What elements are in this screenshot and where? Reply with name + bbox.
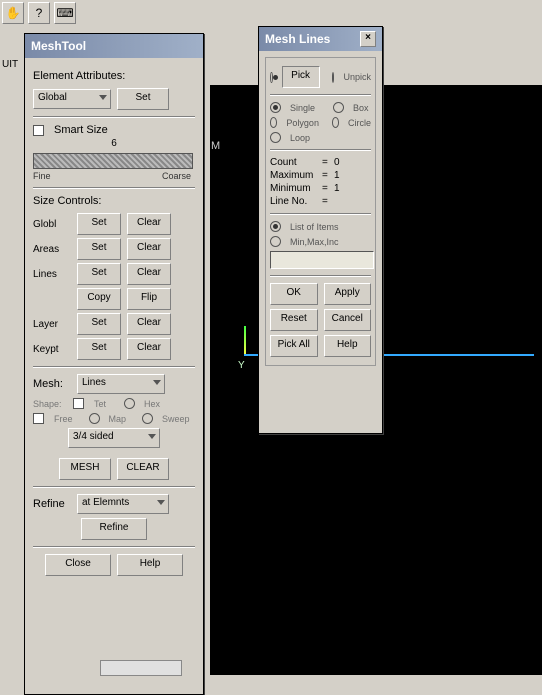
minmax-label: Min,Max,Inc: [290, 237, 339, 247]
count-key: Count: [270, 157, 316, 168]
box-radio[interactable]: [333, 102, 344, 113]
map-radio[interactable]: [89, 413, 100, 424]
reset-button[interactable]: Reset: [270, 309, 318, 331]
y-label: Y: [238, 360, 245, 371]
globl-set-button[interactable]: Set: [77, 213, 121, 235]
box-label: Box: [353, 103, 369, 113]
circle-label: Circle: [348, 118, 371, 128]
meshlines-titlebar[interactable]: Mesh Lines ×: [259, 27, 382, 51]
unpick-label: Unpick: [343, 72, 371, 82]
close-icon[interactable]: ×: [360, 31, 376, 47]
count-val: 0: [334, 157, 340, 168]
meshtool-titlebar[interactable]: MeshTool: [25, 34, 203, 58]
circle-radio[interactable]: [332, 117, 339, 128]
pick-button[interactable]: Pick: [282, 66, 320, 88]
keypt-set-button[interactable]: Set: [77, 338, 121, 360]
calc-icon[interactable]: ⌨: [54, 2, 76, 24]
selection-input[interactable]: [270, 251, 374, 269]
smartsize-checkbox[interactable]: [33, 125, 44, 136]
polygon-radio[interactable]: [270, 117, 277, 128]
meshtool-window: MeshTool Element Attributes: Global Set …: [24, 33, 204, 695]
meshlines-window: Mesh Lines × Pick Unpick Single Box Poly…: [258, 26, 383, 434]
refine-dropdown[interactable]: at Elemnts: [77, 494, 169, 514]
lines-flip-button[interactable]: Flip: [127, 288, 171, 310]
single-label: Single: [290, 103, 315, 113]
help-button[interactable]: Help: [117, 554, 183, 576]
listitems-label: List of Items: [290, 222, 339, 232]
slider-fine-label: Fine: [33, 171, 51, 181]
hand-icon[interactable]: ✋: [2, 2, 24, 24]
help-button[interactable]: Help: [324, 335, 372, 357]
smartsize-label: Smart Size: [54, 124, 108, 136]
sided-dropdown[interactable]: 3/4 sided: [68, 428, 160, 448]
lineno-key: Line No.: [270, 196, 316, 207]
layer-set-button[interactable]: Set: [77, 313, 121, 335]
layer-clear-button[interactable]: Clear: [127, 313, 171, 335]
max-val: 1: [334, 170, 340, 181]
ok-button[interactable]: OK: [270, 283, 318, 305]
row-lines-label: Lines: [33, 269, 71, 280]
cancel-button[interactable]: Cancel: [324, 309, 372, 331]
viewport-label-m: M: [211, 140, 220, 152]
areas-clear-button[interactable]: Clear: [127, 238, 171, 260]
slider-coarse-label: Coarse: [162, 171, 191, 181]
areas-set-button[interactable]: Set: [77, 238, 121, 260]
max-key: Maximum: [270, 170, 316, 181]
y-axis-line: [244, 326, 246, 356]
pick-radio[interactable]: [270, 72, 273, 83]
lines-clear-button[interactable]: Clear: [127, 263, 171, 285]
close-button[interactable]: Close: [45, 554, 111, 576]
top-toolbar: ✋ ? ⌨: [0, 0, 78, 28]
row-areas-label: Areas: [33, 244, 71, 255]
row-globl-label: Globl: [33, 219, 71, 230]
tet-checkbox[interactable]: [73, 398, 84, 409]
polygon-label: Polygon: [286, 118, 319, 128]
sweep-radio[interactable]: [142, 413, 153, 424]
row-keypt-label: Keypt: [33, 344, 71, 355]
mesh-label: Mesh:: [33, 378, 71, 390]
mesh-dropdown[interactable]: Lines: [77, 374, 165, 394]
map-label: Map: [109, 414, 127, 424]
taskbar-tab[interactable]: [100, 660, 182, 676]
free-checkbox[interactable]: [33, 413, 44, 424]
global-dropdown[interactable]: Global: [33, 89, 111, 109]
help-icon[interactable]: ?: [28, 2, 50, 24]
window-title: MeshTool: [31, 39, 86, 53]
shape-label: Shape:: [33, 399, 67, 409]
smartsize-value: 6: [33, 138, 195, 149]
smartsize-slider[interactable]: [33, 153, 193, 169]
loop-radio[interactable]: [270, 132, 281, 143]
min-key: Minimum: [270, 183, 316, 194]
listitems-radio[interactable]: [270, 221, 281, 232]
element-attributes-label: Element Attributes:: [33, 70, 195, 82]
loop-label: Loop: [290, 133, 310, 143]
hex-label: Hex: [144, 399, 160, 409]
free-label: Free: [54, 414, 73, 424]
lines-set-button[interactable]: Set: [77, 263, 121, 285]
size-controls-label: Size Controls:: [33, 195, 195, 207]
hex-radio[interactable]: [124, 398, 135, 409]
minmax-radio[interactable]: [270, 236, 281, 247]
sweep-label: Sweep: [162, 414, 190, 424]
clear-mesh-button[interactable]: CLEAR: [117, 458, 169, 480]
single-radio[interactable]: [270, 102, 281, 113]
globl-clear-button[interactable]: Clear: [127, 213, 171, 235]
tet-label: Tet: [94, 399, 106, 409]
refine-label: Refine: [33, 498, 71, 510]
mesh-button[interactable]: MESH: [59, 458, 111, 480]
refine-button[interactable]: Refine: [81, 518, 147, 540]
window-title: Mesh Lines: [265, 32, 330, 46]
lines-copy-button[interactable]: Copy: [77, 288, 121, 310]
apply-button[interactable]: Apply: [324, 283, 372, 305]
min-val: 1: [334, 183, 340, 194]
keypt-clear-button[interactable]: Clear: [127, 338, 171, 360]
row-layer-label: Layer: [33, 319, 71, 330]
set-elemattr-button[interactable]: Set: [117, 88, 169, 110]
pickall-button[interactable]: Pick All: [270, 335, 318, 357]
unpick-radio[interactable]: [332, 72, 335, 83]
